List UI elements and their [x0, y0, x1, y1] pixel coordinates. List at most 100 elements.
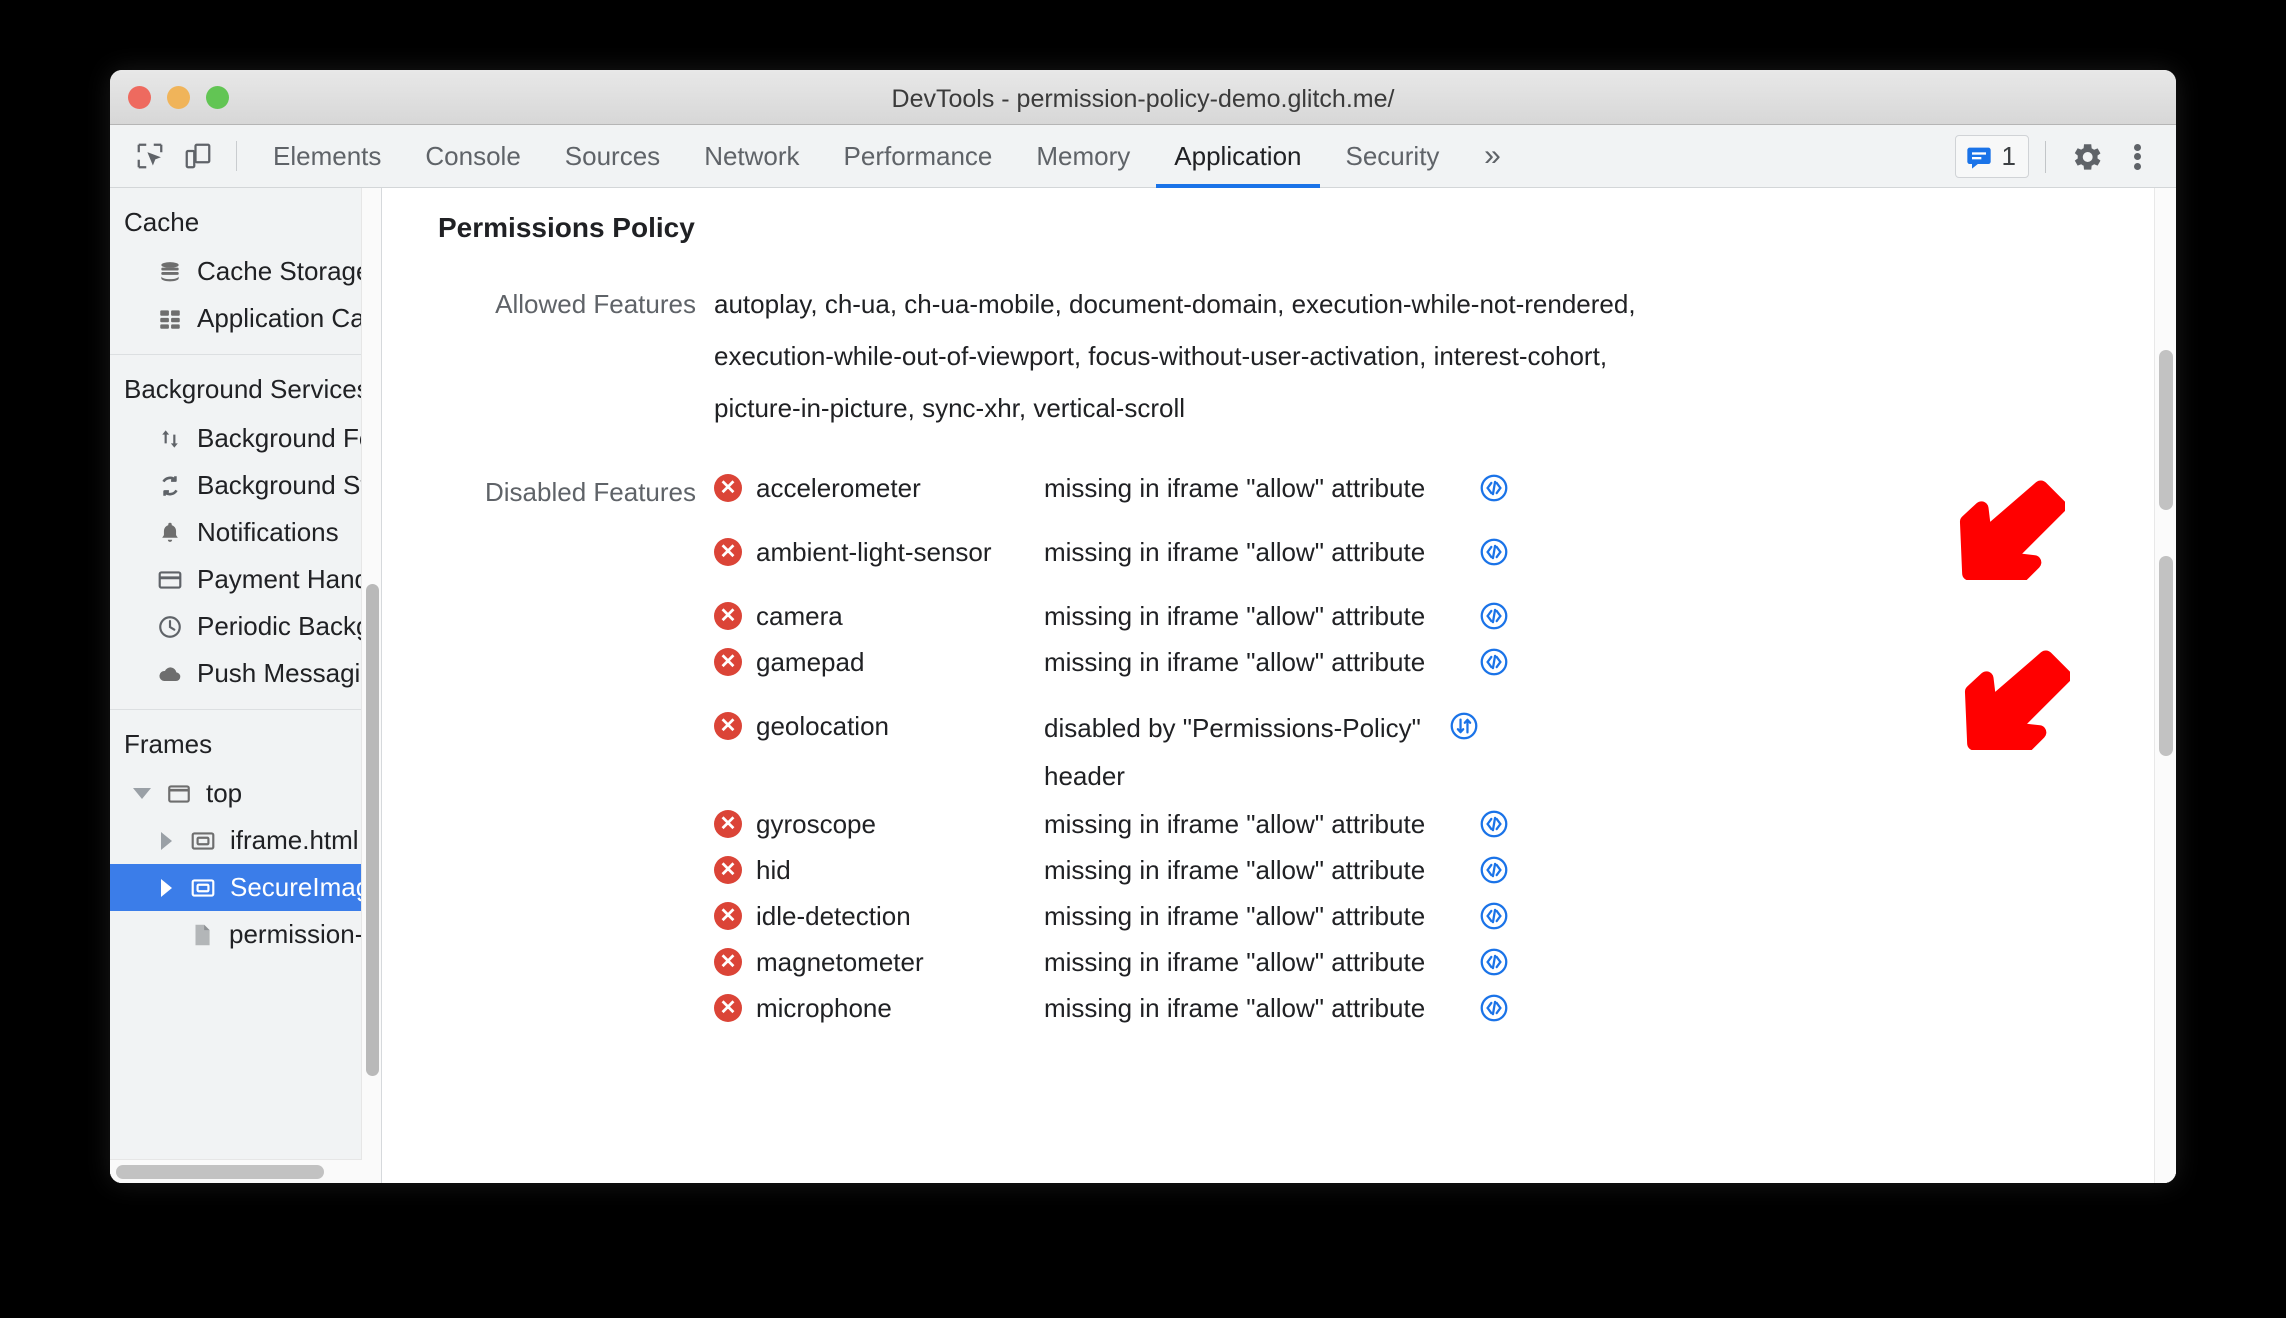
sidebar-item-background-sync[interactable]: Background Sync [110, 462, 381, 509]
source-code-icon[interactable] [1464, 848, 1524, 886]
feature-name: gyroscope [756, 809, 876, 839]
chevron-right-icon[interactable] [156, 831, 176, 850]
tab-console[interactable]: Console [403, 125, 542, 188]
source-code-icon[interactable] [1464, 802, 1524, 840]
source-code-icon[interactable] [1464, 466, 1524, 504]
gear-icon[interactable] [2062, 132, 2112, 182]
sidebar-item-frame-top[interactable]: top [110, 770, 362, 817]
sidebar-item-cache-storage[interactable]: Cache Storage [110, 248, 370, 295]
feature-name-cell: ✕ idle-detection [714, 894, 1044, 938]
error-x-icon: ✕ [714, 602, 742, 630]
source-code-icon[interactable] [1464, 640, 1524, 678]
title-bar: DevTools - permission-policy-demo.glitch… [110, 70, 2176, 125]
sidebar-group-background-services: Background Services Background Fetch [110, 355, 381, 710]
source-code-icon[interactable] [1464, 594, 1524, 632]
table-row: ✕ hid missing in iframe "allow" attribut… [714, 848, 2176, 892]
source-code-icon[interactable] [1464, 940, 1524, 978]
feature-reason: missing in iframe "allow" attribute [1044, 855, 1426, 885]
message-count: 1 [2001, 141, 2016, 171]
sidebar-horizontal-scrollbar-thumb[interactable] [116, 1165, 324, 1179]
feature-name-cell: ✕ accelerometer [714, 466, 1044, 510]
tab-sources[interactable]: Sources [543, 125, 682, 188]
window-title: DevTools - permission-policy-demo.glitch… [891, 85, 1395, 113]
tab-network[interactable]: Network [682, 125, 821, 188]
error-x-icon: ✕ [714, 538, 742, 566]
sidebar-item-frame-iframe-html[interactable]: iframe.html [110, 817, 362, 864]
feature-reason: missing in iframe "allow" attribute [1044, 947, 1426, 977]
kebab-dot-3 [2133, 162, 2141, 170]
database-icon [156, 258, 184, 286]
toolbar-divider-right [2045, 140, 2046, 173]
permissions-policy-panel: Permissions Policy Allowed Features auto… [382, 188, 2176, 1183]
cloud-icon [156, 660, 184, 688]
tab-application[interactable]: Application [1152, 125, 1323, 188]
feature-name: magnetometer [756, 947, 924, 977]
feature-reason: missing in iframe "allow" attribute [1044, 901, 1426, 931]
tab-security[interactable]: Security [1324, 125, 1462, 188]
console-messages-badge[interactable]: 1 [1954, 135, 2029, 178]
source-code-icon[interactable] [1464, 894, 1524, 932]
sidebar-vertical-scrollbar-thumb[interactable] [366, 584, 379, 1076]
chevron-right-icon[interactable] [156, 878, 176, 897]
source-code-icon[interactable] [1464, 530, 1524, 568]
devtools-body: Cache Cache Storage Application Ca Backg… [110, 188, 2176, 1183]
feature-name-cell: ✕ camera [714, 594, 1044, 638]
sidebar-item-label: Background Fetch [197, 423, 381, 453]
feature-name-cell: ✕ ambient-light-sensor [714, 530, 1044, 574]
more-tabs-chevron-icon[interactable]: » [1461, 131, 1523, 181]
sidebar-item-payment-handler[interactable]: Payment Handler [110, 556, 381, 603]
sidebar-horizontal-scrollbar[interactable] [110, 1159, 362, 1183]
sidebar-item-label: Push Messaging [197, 658, 382, 688]
table-row: ✕ microphone missing in iframe "allow" a… [714, 986, 2176, 1030]
feature-reason: disabled by "Permissions-Policy" header [1044, 713, 1421, 791]
source-code-icon[interactable] [1464, 986, 1524, 1024]
error-x-icon: ✕ [714, 648, 742, 676]
sidebar-item-label: Notifications [197, 517, 339, 547]
sidebar-group-cache: Cache Cache Storage Application Ca [110, 188, 381, 355]
permissions-policy-content: Permissions Policy Allowed Features auto… [382, 188, 2176, 1030]
devtools-toolbar: Elements Console Sources Network Perform… [110, 125, 2176, 188]
sidebar-header-background-services: Background Services [124, 374, 370, 404]
tab-elements[interactable]: Elements [251, 125, 403, 188]
error-x-icon: ✕ [714, 712, 742, 740]
kebab-menu-icon[interactable] [2112, 132, 2162, 182]
feature-name-cell: ✕ gyroscope [714, 802, 1044, 846]
iframe-icon [189, 827, 217, 855]
main-vertical-scrollbar[interactable] [2154, 188, 2176, 1183]
sidebar-header-cache: Cache [124, 207, 200, 237]
tab-performance[interactable]: Performance [822, 125, 1015, 188]
chevron-down-icon[interactable] [132, 788, 152, 799]
sidebar-item-frame-secureimage[interactable]: SecureImage [110, 864, 381, 911]
error-x-icon: ✕ [714, 902, 742, 930]
table-row: ✕ camera missing in iframe "allow" attri… [714, 594, 2176, 638]
device-toolbar-icon[interactable] [174, 132, 222, 180]
table-row: ✕ gamepad missing in iframe "allow" attr… [714, 640, 2176, 684]
sidebar-item-push-messaging[interactable]: Push Messaging [110, 650, 381, 697]
sidebar-item-notifications[interactable]: Notifications [110, 509, 362, 556]
main-vertical-scrollbar-thumb-lower[interactable] [2159, 556, 2173, 756]
main-vertical-scrollbar-thumb-upper[interactable] [2159, 350, 2173, 510]
kebab-dot-2 [2133, 153, 2141, 160]
table-row: ✕ geolocation disabled by "Permissions-P… [714, 704, 2176, 800]
feature-name: gamepad [756, 647, 865, 677]
allowed-features-line-3: picture-in-picture, sync-xhr, vertical-s… [714, 393, 1186, 423]
tab-memory[interactable]: Memory [1014, 125, 1152, 188]
sidebar-vertical-scrollbar[interactable] [361, 188, 381, 1183]
sidebar-item-frame-permission-policy[interactable]: permission-policy [110, 911, 381, 958]
table-row: ✕ accelerometer missing in iframe "allow… [714, 466, 2176, 510]
feature-name-cell: ✕ gamepad [714, 640, 1044, 684]
sidebar-item-background-fetch[interactable]: Background Fetch [110, 415, 381, 462]
network-request-icon[interactable] [1434, 704, 1494, 742]
feature-reason: missing in iframe "allow" attribute [1044, 647, 1426, 677]
sidebar-item-label: Application Cache [197, 303, 381, 333]
message-icon [1966, 147, 1991, 169]
inspect-element-icon[interactable] [126, 132, 174, 180]
sidebar-item-application-cache[interactable]: Application Cache [110, 295, 381, 342]
feature-reason: missing in iframe "allow" attribute [1044, 601, 1426, 631]
feature-name-cell: ✕ geolocation [714, 704, 1044, 748]
grid-icon [156, 305, 184, 333]
feature-name: ambient-light-sensor [756, 537, 992, 567]
disabled-features-label: Disabled Features [485, 477, 696, 507]
document-icon [188, 921, 216, 949]
sidebar-item-periodic-background-sync[interactable]: Periodic Backgroun [110, 603, 381, 650]
